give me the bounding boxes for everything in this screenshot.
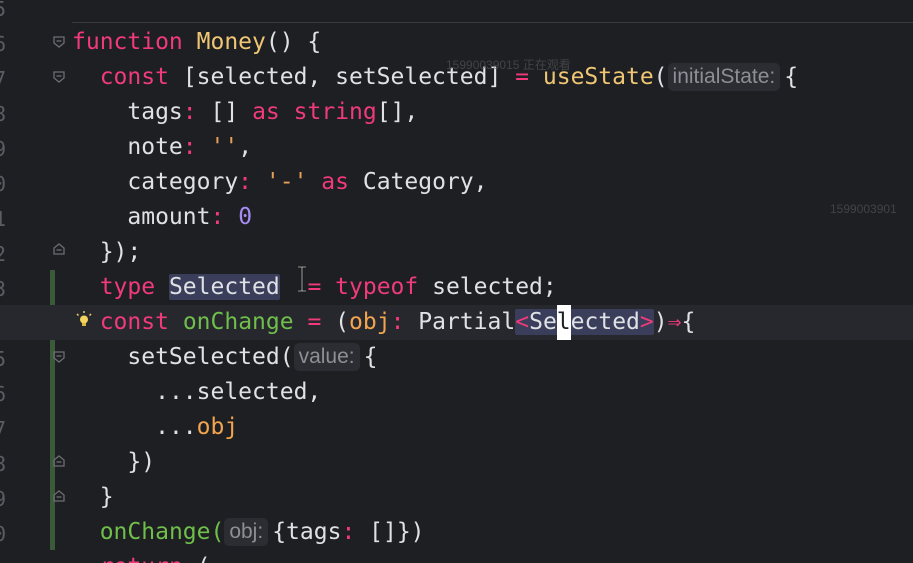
property: tags <box>127 99 183 125</box>
text-cursor: l <box>556 305 571 340</box>
operator: = <box>307 274 322 300</box>
code-text: Se <box>529 309 557 335</box>
code-text: }) <box>127 449 156 475</box>
code-text: < <box>515 309 530 335</box>
keyword: type <box>99 274 156 300</box>
property: category <box>127 169 239 195</box>
keyword: typeof <box>335 274 419 300</box>
code-text: [], <box>376 99 419 125</box>
type-name: Category <box>362 169 474 195</box>
function-call: setSelected( <box>127 344 294 370</box>
keyword: const <box>99 309 169 335</box>
code-text: () { <box>265 29 322 55</box>
type-name: string <box>293 99 377 125</box>
string-literal: '' <box>210 134 239 160</box>
ibeam-cursor-icon <box>296 265 308 293</box>
parameter-hint: value: <box>293 343 360 371</box>
code-line[interactable]: }) <box>0 445 913 480</box>
code-text: , <box>238 134 253 160</box>
property: amount <box>127 204 211 230</box>
parameter-hint: initialState: <box>667 63 781 91</box>
code-text: ...selected, <box>155 379 322 405</box>
watermark: 1599003901 <box>830 202 897 216</box>
code-text: { <box>681 309 696 335</box>
code-editor[interactable]: 5 6 7 8 9 0 1 2 3 4 5 6 7 8 9 0 function… <box>0 0 913 563</box>
code-text: { <box>363 344 378 370</box>
function-call: onChange( <box>99 519 225 545</box>
code-text: selected; <box>432 274 557 300</box>
code-text: ... <box>155 414 197 440</box>
keyword: as <box>252 99 280 125</box>
code-text: : <box>238 169 253 195</box>
code-text: [] <box>210 99 239 125</box>
code-line[interactable]: category: '-' as Category, <box>0 165 913 200</box>
code-line-current[interactable]: const onChange = (obj: Partial<Selected>… <box>0 305 913 340</box>
parameter-hint: obj: <box>224 518 269 546</box>
function-name: Money <box>196 29 266 55</box>
code-line[interactable]: }); <box>0 235 913 270</box>
line-number: 5 <box>0 0 7 21</box>
lightbulb-icon[interactable] <box>76 311 92 329</box>
code-text: []}) <box>355 519 425 545</box>
function-name: onChange <box>182 309 294 335</box>
type-name: Partial <box>418 309 516 335</box>
code-line[interactable]: amount: 0 <box>0 200 913 235</box>
code-text: : <box>390 309 405 335</box>
code-text: : <box>182 134 197 160</box>
code-line[interactable]: } <box>0 480 913 515</box>
keyword: const <box>99 64 169 90</box>
code-text: ected <box>570 309 640 335</box>
code-text: : <box>341 519 356 545</box>
code-line[interactable]: ...obj <box>0 410 913 445</box>
code-text: : <box>210 204 225 230</box>
parameter: obj <box>196 414 239 440</box>
code-text: {tags <box>272 519 342 545</box>
code-line[interactable]: onChange(obj: {tags: []}) <box>0 515 913 550</box>
divider <box>72 22 913 23</box>
type-name: Selected <box>168 274 280 300</box>
code-line[interactable]: ...selected, <box>0 375 913 410</box>
code-line[interactable]: tags: [] as string[], <box>0 95 913 130</box>
watermark: 15990039015 正在观看 <box>446 58 571 72</box>
code-line[interactable]: return ( <box>0 550 913 563</box>
code-text: { <box>784 64 799 90</box>
code-text: : <box>182 99 197 125</box>
code-text: }); <box>99 239 142 265</box>
code-text: , <box>473 169 488 195</box>
string-literal: '-' <box>265 169 308 195</box>
keyword: return <box>100 554 183 563</box>
keyword: function <box>72 29 183 55</box>
code-text: ( <box>335 309 350 335</box>
keyword: as <box>321 169 349 195</box>
arrow-operator: ⇒ <box>667 309 682 335</box>
property: note <box>127 134 183 160</box>
code-text: ( <box>653 64 668 90</box>
operator: = <box>307 309 322 335</box>
code-text: ) <box>653 309 668 335</box>
code-text: ( <box>183 554 211 563</box>
code-line[interactable]: note: '', <box>0 130 913 165</box>
parameter: obj <box>349 309 391 335</box>
code-line[interactable]: setSelected(value:{ <box>0 340 913 375</box>
code-text: > <box>639 309 654 335</box>
code-text: } <box>99 484 114 510</box>
code-line[interactable]: type Selected = typeof selected; <box>0 270 913 305</box>
code-line[interactable]: function Money() { <box>0 25 913 60</box>
number-literal: 0 <box>238 204 253 230</box>
